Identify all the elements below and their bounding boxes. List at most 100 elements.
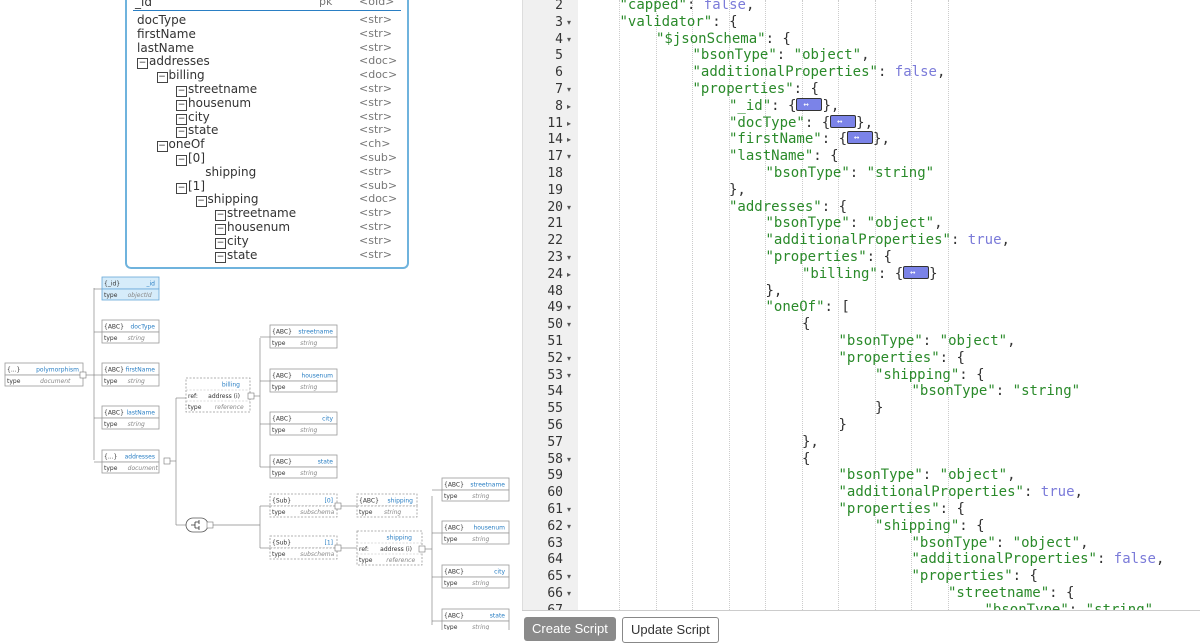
- tree-node[interactable]: − [1]: [176, 179, 205, 194]
- fold-toggle-icon[interactable]: ▾: [567, 350, 571, 367]
- ref-label: ref:: [359, 546, 369, 553]
- tree-node[interactable]: shipping: [205, 165, 256, 179]
- tree-node[interactable]: docType: [137, 13, 186, 27]
- expand-icon[interactable]: [79, 371, 87, 379]
- folded-widget-icon[interactable]: [903, 265, 930, 282]
- expand-icon[interactable]: [247, 392, 255, 400]
- entity-field-lastName[interactable]: {ABC} lastName type string: [101, 405, 160, 430]
- fold-toggle-icon[interactable]: ▾: [567, 31, 571, 48]
- choice-icon[interactable]: [185, 517, 209, 533]
- fold-toggle-icon[interactable]: ▾: [567, 14, 571, 31]
- expand-icon[interactable]: [206, 521, 214, 529]
- collapse-icon[interactable]: −: [156, 141, 168, 153]
- entity-field-addresses[interactable]: {...} addresses type document: [101, 449, 160, 474]
- folded-widget-icon[interactable]: [847, 130, 874, 147]
- entity-field-docType[interactable]: {ABC} docType type string: [101, 319, 160, 344]
- entity-shipping-city[interactable]: {ABC} city type string: [441, 564, 510, 589]
- tree-node[interactable]: − [0]: [176, 151, 205, 166]
- collapse-icon[interactable]: −: [137, 58, 148, 70]
- expand-icon[interactable]: [334, 502, 342, 510]
- entity-billing-housenum[interactable]: {ABC} housenum type string: [269, 368, 338, 393]
- tree-node[interactable]: − addresses: [137, 54, 210, 70]
- expand-icon[interactable]: [418, 545, 426, 553]
- entity-type-label: type: [444, 624, 458, 630]
- entity-type: string: [300, 340, 317, 347]
- entity-sub1[interactable]: {Sub} [1] type subschema: [269, 535, 338, 560]
- entity-type-label: type: [272, 470, 286, 477]
- entity-billing-city[interactable]: {ABC} city type string: [269, 411, 338, 436]
- entity-billing-streetname[interactable]: {ABC} streetname type string: [269, 324, 338, 349]
- script-editor[interactable]: 2 "capped": false, 3 ▾ "validator": {4 ▾ "$jso…: [522, 0, 1200, 610]
- fold-toggle-icon[interactable]: ▾: [567, 585, 571, 602]
- code-text: "bsonType": "string": [911, 383, 1081, 400]
- code-text: "bsonType": "object",: [911, 534, 1089, 551]
- entity-shipping-string[interactable]: {ABC} shipping type string: [356, 493, 418, 518]
- ref-target: address (i): [208, 393, 240, 400]
- code-text: "additionalProperties": false,: [911, 551, 1165, 568]
- entity-polymorphism[interactable]: {...} polymorphism type document: [4, 362, 84, 387]
- line-number: 7: [555, 82, 563, 97]
- tree-node[interactable]: − state: [176, 123, 218, 139]
- update-script-button[interactable]: Update Script: [622, 617, 719, 643]
- folded-widget-icon[interactable]: [830, 114, 857, 131]
- tree-node[interactable]: − oneOf: [156, 137, 205, 153]
- folded-widget-icon[interactable]: [796, 97, 823, 114]
- fold-toggle-icon[interactable]: ▸: [567, 98, 571, 115]
- fold-toggle-icon[interactable]: ▾: [567, 367, 571, 384]
- tree-node[interactable]: − housenum: [215, 220, 290, 235]
- code-text: {: [802, 450, 811, 467]
- entity-billing[interactable]: billing ref: address (i) type reference: [185, 377, 251, 413]
- fold-toggle-icon[interactable]: ▾: [567, 568, 571, 585]
- fold-toggle-icon[interactable]: ▾: [567, 81, 571, 98]
- fold-toggle-icon[interactable]: ▾: [567, 501, 571, 518]
- fold-toggle-icon[interactable]: ▾: [567, 249, 571, 266]
- entity-type: string: [472, 624, 489, 630]
- entity-type: string: [300, 470, 317, 477]
- tree-node[interactable]: − city: [176, 110, 210, 125]
- collapse-icon[interactable]: −: [195, 196, 207, 208]
- entity-type-label: type: [7, 378, 21, 385]
- entity-shipping-state[interactable]: {ABC} state type string: [441, 608, 510, 630]
- entity-shipping-ref[interactable]: shipping ref: address (i) type reference: [356, 530, 423, 566]
- tree-node[interactable]: firstName: [137, 27, 196, 41]
- fold-toggle-icon[interactable]: ▾: [567, 316, 571, 333]
- fold-toggle-icon[interactable]: ▾: [567, 451, 571, 468]
- fold-toggle-icon[interactable]: ▸: [567, 266, 571, 283]
- line-number: 55: [547, 401, 563, 417]
- tree-node[interactable]: lastName: [137, 41, 194, 55]
- entity-tag: {...}: [7, 367, 21, 374]
- tree-node[interactable]: − streetname: [215, 206, 297, 222]
- tree-node[interactable]: − state: [215, 248, 257, 263]
- tree-node[interactable]: − streetname: [176, 82, 257, 97]
- tree-header-id[interactable]: _id: [135, 0, 152, 9]
- entity-field-_id[interactable]: {_id} _idtype objectId: [101, 276, 160, 301]
- entity-field-firstName[interactable]: {ABC} firstName type string: [101, 362, 160, 387]
- fold-toggle-icon[interactable]: ▾: [567, 299, 571, 316]
- entity-shipping-streetname[interactable]: {ABC} streetname type string: [441, 477, 510, 502]
- collapse-icon[interactable]: −: [156, 72, 168, 84]
- fold-toggle-icon[interactable]: ▾: [567, 199, 571, 216]
- fold-toggle-icon[interactable]: ▾: [567, 148, 571, 165]
- tree-node[interactable]: − city: [215, 234, 249, 249]
- er-diagram[interactable]: {...} polymorphism type document {_id} _idtyp…: [0, 270, 522, 630]
- entity-shipping-housenum[interactable]: {ABC} housenum type string: [441, 520, 510, 545]
- tree-node[interactable]: − billing: [156, 68, 205, 84]
- create-script-button[interactable]: Create Script: [524, 617, 616, 641]
- line-number: 51: [547, 334, 563, 349]
- entity-billing-state[interactable]: {ABC} state type string: [269, 454, 338, 479]
- tree-node-label: streetname: [227, 206, 297, 221]
- fold-toggle-icon[interactable]: ▾: [567, 518, 571, 535]
- collapse-icon[interactable]: −: [176, 182, 187, 194]
- collapse-icon[interactable]: −: [176, 155, 187, 166]
- code-text: "firstName": {},: [729, 130, 890, 148]
- expand-icon[interactable]: [163, 457, 171, 465]
- tree-node-type: <sub>: [359, 178, 398, 192]
- entity-sub0[interactable]: {Sub} [0] type subschema: [269, 493, 338, 518]
- fold-toggle-icon[interactable]: ▸: [567, 131, 571, 148]
- tree-node[interactable]: − housenum: [176, 96, 251, 111]
- fold-toggle-icon[interactable]: ▸: [567, 115, 571, 132]
- expand-icon[interactable]: [334, 544, 342, 552]
- tree-node[interactable]: − shipping: [195, 192, 258, 208]
- entity-type-label: type: [104, 465, 118, 472]
- collapse-icon[interactable]: −: [215, 251, 226, 263]
